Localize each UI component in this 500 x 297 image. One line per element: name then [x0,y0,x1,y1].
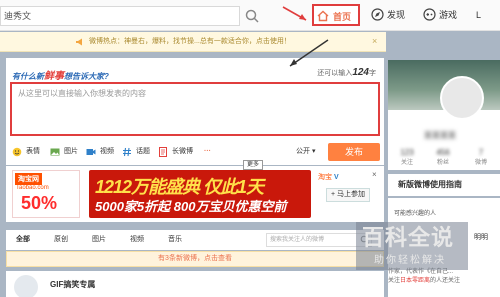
avatar[interactable] [440,76,484,120]
slogan-keyword: 鲜事 [44,71,64,82]
publisher-panel: 有什么新鲜事想告诉大家? 还可以输入124字 从这里可以直接输入你想发表的内容 … [6,58,384,165]
long-weibo-label: 长微博 [172,148,193,155]
stat-followers-num: 456 [436,148,450,157]
video-button[interactable]: 视频 [86,145,114,159]
relation-suffix: 的人还关注 [430,278,461,284]
verified-badge-icon: V [333,174,339,181]
image-button[interactable]: 图片 [50,145,78,159]
post-textarea[interactable]: 从这里可以直接输入你想发表的内容 [10,82,380,136]
stat-followers[interactable]: 456 粉丝 [428,148,458,166]
top-bar: 迪秀文 首页 发现 游戏 L [0,0,500,31]
taobao-brand: 淘宝网 [15,173,42,185]
nav-more-label: L [476,10,482,20]
avatar[interactable] [14,275,38,297]
counter-suffix: 字 [369,70,376,77]
home-icon [317,10,329,22]
ad-account-name: 淘宝 [318,174,332,181]
stat-following[interactable]: 123 关注 [392,148,422,166]
stat-following-label: 关注 [400,160,413,166]
relation-prefix: 关注 [388,278,401,284]
search-icon[interactable] [244,8,260,24]
long-weibo-button[interactable]: 长微博 [158,145,193,159]
tab-video[interactable]: 视频 [130,230,144,250]
nav-more[interactable]: L [476,4,500,26]
ad-main-image[interactable]: 1212万能盛典 仅此1天 5000家5折起 800万宝贝优惠空前 [89,170,311,218]
megaphone-icon [76,38,82,46]
stat-following-num: 123 [400,148,414,157]
join-button[interactable]: + 马上参加 [326,188,370,202]
notice-bar: 微博热点：神曼右，爆料，找节操...总有一款适合你，点击使用！ × [0,32,386,52]
counter-value: 124 [352,67,369,78]
hashtag-icon [123,147,131,157]
feed-tabs: 全部 原创 图片 视频 音乐 搜索我关注人的微博 [6,230,384,250]
emoji-button[interactable]: 表情 [12,145,40,159]
taobao-site: Taobao.com [16,185,49,191]
feed-author[interactable]: GIF搞笑专属 [50,279,95,290]
taobao-ad-left[interactable]: 淘宝网 Taobao.com 50% [12,170,80,218]
stat-posts-num: 7 [478,148,484,157]
gamepad-icon [423,8,436,21]
nav-find-label: 发现 [387,10,406,20]
publisher-toolbar: 表情 图片 视频 话题 长微博 ··· 公开 ▾ 发布 [6,142,384,162]
ad-more-button[interactable]: 更多 [243,160,263,170]
nav-home[interactable]: 首页 [312,4,360,26]
smiley-icon [12,147,22,157]
watermark-title: 百科全说 [362,225,455,250]
tab-all[interactable]: 全部 [16,230,30,250]
publisher-slogan: 有什么新鲜事想告诉大家? [12,67,109,82]
slogan-prefix: 有什么新 [12,72,44,81]
ad-subline: 5000家5折起 800万宝贝优惠空前 [95,199,287,214]
guide-title: 新版微博使用指南 [398,180,462,189]
slogan-suffix: 想告诉大家? [64,72,109,81]
stat-posts-label: 微博 [474,160,487,166]
suggestion-relation: 关注日本零距离的人还关注 [388,277,500,286]
ad-banner[interactable]: 淘宝网 Taobao.com 50% 1212万能盛典 仅此1天 5000家5折… [6,166,384,222]
image-label: 图片 [64,148,78,155]
notice-close-button[interactable]: × [372,36,377,46]
char-counter: 还可以输入124字 [317,67,376,78]
search-input[interactable]: 迪秀文 [0,6,240,26]
image-icon [50,148,60,156]
tab-original[interactable]: 原创 [54,230,68,250]
document-icon [159,147,167,157]
nav-game-label: 游戏 [439,10,458,20]
tab-image[interactable]: 图片 [92,230,106,250]
new-weibo-notice[interactable]: 有3条新微博，点击查看 [6,251,384,267]
more-tools-button[interactable]: ··· [204,145,211,159]
ad-account[interactable]: 淘宝 V [318,172,380,182]
ad-close-button[interactable]: × [372,170,377,179]
topic-button[interactable]: 话题 [122,145,150,159]
watermark-logo: 百科全说 助你轻松解决 [356,220,466,272]
video-label: 视频 [100,148,114,155]
nav-find[interactable]: 发现 [368,4,412,26]
guide-card[interactable]: 新版微博使用指南 [388,174,500,196]
counter-prefix: 还可以输入 [317,70,353,77]
relation-link[interactable]: 日本零距离 [400,278,430,284]
ad-right: 淘宝 V + 马上参加 [318,172,380,216]
watermark-subtitle: 助你轻松解决 [374,255,446,266]
video-icon [86,149,96,155]
tab-music[interactable]: 音乐 [168,230,182,250]
suggestion-name[interactable]: 明明 [474,232,488,242]
emoji-label: 表情 [26,148,40,155]
visibility-select[interactable]: 公开 ▾ [296,145,315,159]
nav-home-label: 首页 [333,12,352,22]
stat-posts[interactable]: 7 微博 [466,148,496,166]
stat-followers-label: 粉丝 [436,160,449,166]
topic-label: 话题 [136,148,150,155]
discount-percent: 50% [21,193,58,213]
feed-item[interactable]: GIF搞笑专属 [6,271,384,297]
send-button[interactable]: 发布 [328,143,380,161]
compass-icon [371,8,384,21]
profile-card: 某某某某 123 关注 456 粉丝 7 微博 [388,60,500,170]
nav-game[interactable]: 游戏 [420,4,466,26]
notice-text[interactable]: 微博热点：神曼右，爆料，找节操...总有一款适合你，点击使用！ [89,32,291,52]
profile-name[interactable]: 某某某某 [424,130,500,140]
suggestion-title: 可能感兴趣的人 [394,211,437,217]
